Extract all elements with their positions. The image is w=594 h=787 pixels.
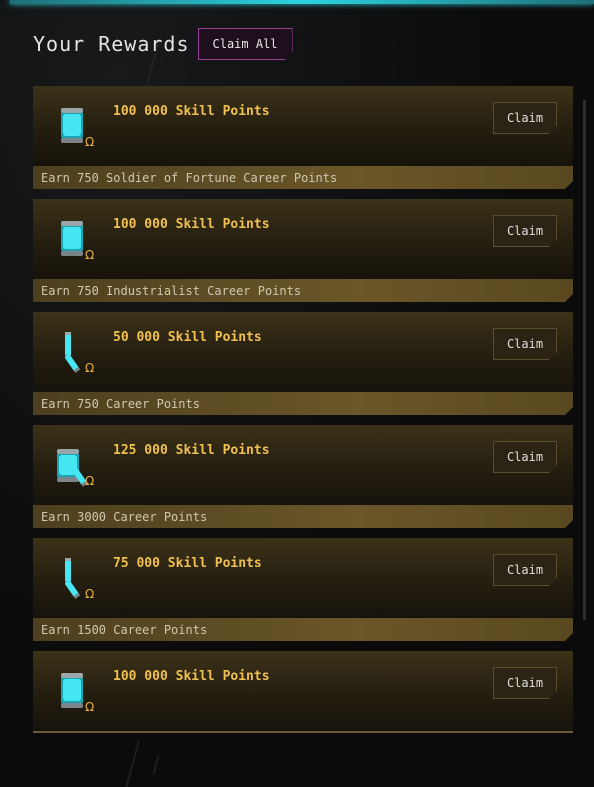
rewards-list: Ω 100 000 Skill Points Claim Earn 750 So…: [33, 86, 573, 733]
skill-injector-large-icon: Ω: [61, 221, 94, 262]
claim-button[interactable]: Claim: [493, 328, 557, 360]
background-streak: [122, 740, 140, 787]
reward-amount: 100 000 Skill Points: [113, 669, 270, 684]
svg-text:Ω: Ω: [85, 700, 94, 714]
reward-amount: 50 000 Skill Points: [113, 330, 262, 345]
reward-requirement: Earn 750 Career Points: [33, 392, 573, 415]
reward-amount: 100 000 Skill Points: [113, 104, 270, 119]
page-title: Your Rewards: [33, 32, 190, 56]
rewards-window: Your Rewards Claim All Ω 100 000 Skill P…: [0, 0, 594, 787]
reward-card: Ω 100 000 Skill Points Claim: [33, 86, 573, 166]
skill-injector-small-icon: Ω: [65, 558, 94, 601]
claim-button[interactable]: Claim: [493, 102, 557, 134]
reward-requirement: Earn 750 Soldier of Fortune Career Point…: [33, 166, 573, 189]
skill-injector-large-icon: Ω: [61, 673, 94, 714]
claim-button[interactable]: Claim: [493, 554, 557, 586]
header: Your Rewards Claim All: [33, 28, 293, 60]
scrollbar[interactable]: [583, 100, 586, 620]
skill-injector-large-icon: Ω: [61, 108, 94, 149]
svg-text:Ω: Ω: [85, 474, 94, 488]
top-accent-line: [10, 0, 594, 4]
skill-injector-combo-icon: Ω: [57, 449, 94, 488]
svg-text:Ω: Ω: [85, 135, 94, 149]
svg-text:Ω: Ω: [85, 361, 94, 375]
reward-amount: 100 000 Skill Points: [113, 217, 270, 232]
reward-card: Ω 50 000 Skill Points Claim: [33, 312, 573, 392]
skill-injector-small-icon: Ω: [65, 332, 94, 375]
reward-amount: 75 000 Skill Points: [113, 556, 262, 571]
reward-requirement: Earn 1500 Career Points: [33, 618, 573, 641]
claim-all-button[interactable]: Claim All: [198, 28, 293, 60]
background-streak: [152, 755, 160, 775]
reward-requirement: Earn 750 Industrialist Career Points: [33, 279, 573, 302]
svg-text:Ω: Ω: [85, 248, 94, 262]
reward-card: Ω 100 000 Skill Points Claim: [33, 651, 573, 733]
reward-amount: 125 000 Skill Points: [113, 443, 270, 458]
reward-card: Ω 100 000 Skill Points Claim: [33, 199, 573, 279]
reward-requirement: Earn 3000 Career Points: [33, 505, 573, 528]
reward-card: Ω 125 000 Skill Points Claim: [33, 425, 573, 505]
claim-button[interactable]: Claim: [493, 667, 557, 699]
reward-card: Ω 75 000 Skill Points Claim: [33, 538, 573, 618]
claim-button[interactable]: Claim: [493, 441, 557, 473]
claim-button[interactable]: Claim: [493, 215, 557, 247]
svg-text:Ω: Ω: [85, 587, 94, 601]
